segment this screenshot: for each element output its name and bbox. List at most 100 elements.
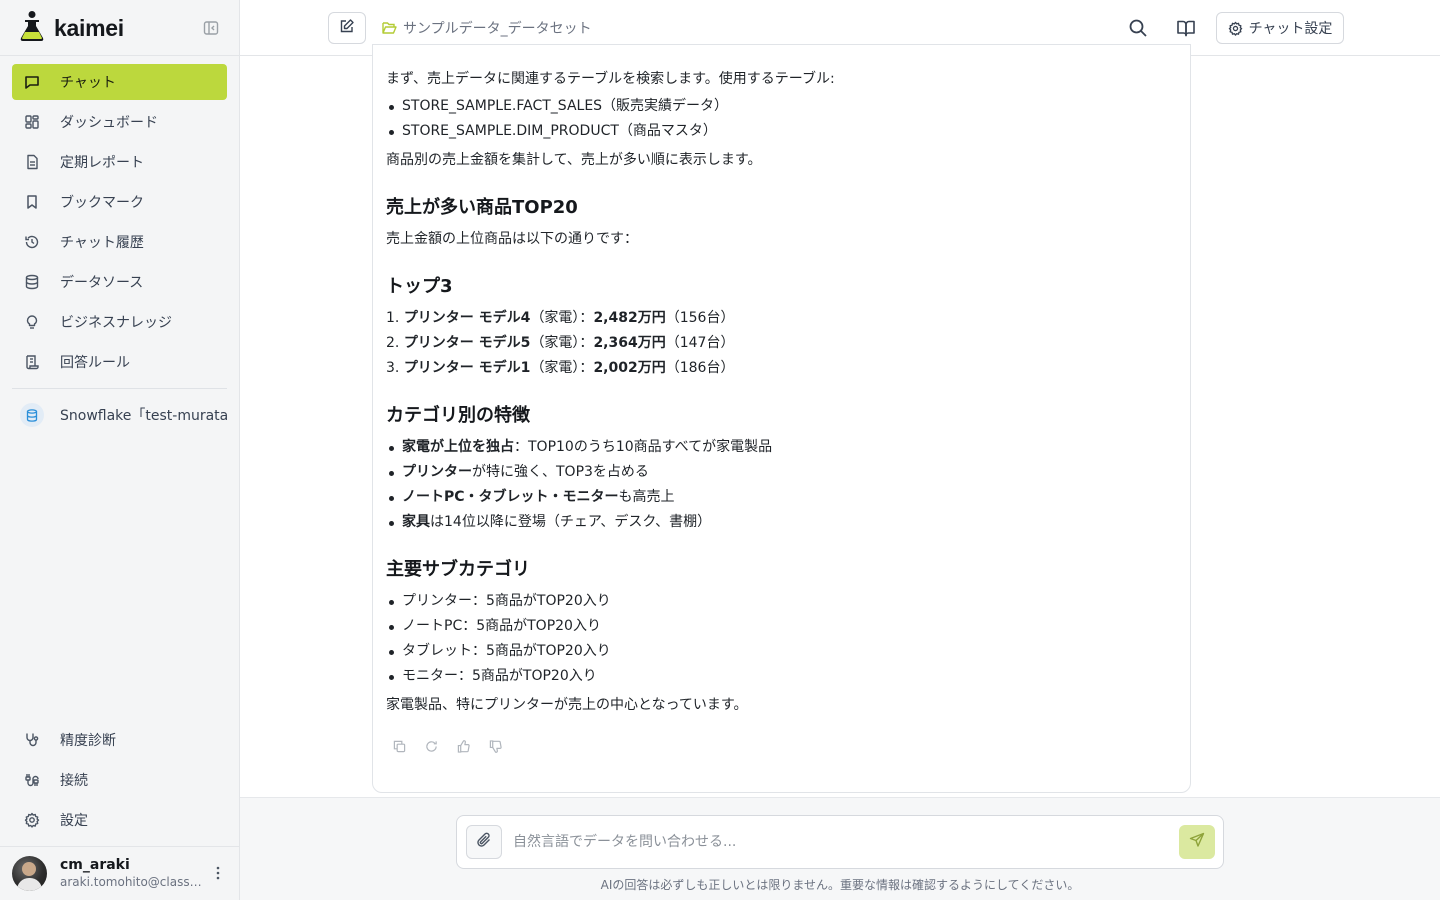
folder-open-icon xyxy=(382,21,397,35)
brand[interactable]: kaimei xyxy=(18,10,124,46)
chat-area: まず、売上データに関連するテーブルを検索します。使用するテーブル: STORE_… xyxy=(240,44,1440,797)
sidebar-item-label: 定期レポート xyxy=(60,155,144,171)
chat-input[interactable] xyxy=(513,830,1163,854)
list-item: プリンターが特に強く、TOP3を占める xyxy=(386,460,1176,485)
report-icon xyxy=(24,154,40,170)
lightbulb-icon xyxy=(24,314,40,330)
divider xyxy=(0,846,239,847)
chat-icon xyxy=(24,74,40,90)
heading-category: カテゴリ別の特徴 xyxy=(386,405,530,426)
sidebar-item-label: 接続 xyxy=(60,773,88,789)
sidebar-item-dashboard[interactable]: ダッシュボード xyxy=(12,104,227,140)
sidebar-item-label: ダッシュボード xyxy=(60,115,158,131)
sidebar-item-rules[interactable]: 回答ルール xyxy=(12,344,227,380)
list-item: 家具は14位以降に登場（チェア、デスク、書棚） xyxy=(386,510,1176,535)
list-item: 3. プリンター モデル1（家電）：2,002万円（186台） xyxy=(386,360,735,376)
assistant-message: まず、売上データに関連するテーブルを検索します。使用するテーブル: STORE_… xyxy=(372,44,1191,793)
copy-icon[interactable] xyxy=(391,738,407,754)
list-item: ノートPC：5商品がTOP20入り xyxy=(386,614,1176,639)
message-content: まず、売上データに関連するテーブルを検索します。使用するテーブル: STORE_… xyxy=(386,67,1176,718)
more-vertical-icon[interactable] xyxy=(210,864,226,882)
message-actions xyxy=(391,738,519,754)
new-chat-button[interactable] xyxy=(328,12,366,44)
datasource-label: Snowflake「test-murata」 xyxy=(60,408,227,424)
list-item: ノートPC・タブレット・モニターも高売上 xyxy=(386,485,1176,510)
paperclip-icon xyxy=(476,832,492,852)
thumbs-up-icon[interactable] xyxy=(455,738,471,754)
sidebar-item-label: チャット xyxy=(60,75,116,91)
message-summary: 商品別の売上金額を集計して、売上が多い順に表示します。 xyxy=(386,152,762,168)
attach-button[interactable] xyxy=(466,825,502,859)
chat-settings-label: チャット設定 xyxy=(1248,21,1333,37)
list-item: プリンター：5商品がTOP20入り xyxy=(386,589,1176,614)
message-intro: まず、売上データに関連するテーブルを検索します。使用するテーブル: xyxy=(386,71,835,87)
divider xyxy=(0,55,239,56)
sidebar-item-label: ビジネスナレッジ xyxy=(60,315,172,331)
sidebar-item-connection[interactable]: 接続 xyxy=(12,762,227,798)
sidebar-item-label: ブックマーク xyxy=(60,195,144,211)
gear-icon xyxy=(24,812,40,828)
edit-icon xyxy=(339,18,355,38)
sidebar-item-settings[interactable]: 設定 xyxy=(12,802,227,838)
sidebar-collapse-button[interactable] xyxy=(200,18,222,38)
user-name: cm_araki xyxy=(60,857,130,873)
database-icon xyxy=(24,274,40,290)
sidebar-item-bookmarks[interactable]: ブックマーク xyxy=(12,184,227,220)
refresh-icon[interactable] xyxy=(423,738,439,754)
composer-area: AIの回答は必ずしも正しいとは限りません。重要な情報は確認するようにしてください… xyxy=(240,797,1440,900)
main-nav: チャット ダッシュボード 定期レポート ブックマーク チャット履歴 データソース… xyxy=(12,64,227,384)
sidebar-item-chat[interactable]: チャット xyxy=(12,64,227,100)
sidebar-item-diagnosis[interactable]: 精度診断 xyxy=(12,722,227,758)
heading-subcategory: 主要サブカテゴリ xyxy=(386,559,530,580)
list-item: 家電が上位を独占：TOP10のうち10商品すべてが家電製品 xyxy=(386,435,1176,460)
disclaimer-text: AIの回答は必ずしも正しいとは限りません。重要な情報は確認するようにしてください… xyxy=(600,878,1080,892)
dashboard-icon xyxy=(24,114,40,130)
list-item: タブレット：5商品がTOP20入り xyxy=(386,639,1176,664)
heading-top3: トップ3 xyxy=(386,276,453,297)
sidebar-item-reports[interactable]: 定期レポート xyxy=(12,144,227,180)
list-item: STORE_SAMPLE.FACT_SALES（販売実績データ） xyxy=(386,94,1176,119)
book-open-icon[interactable] xyxy=(1174,16,1198,40)
bookmark-icon xyxy=(24,194,40,210)
sidebar-item-label: データソース xyxy=(60,275,144,291)
divider xyxy=(12,388,227,389)
top3-list: 1. プリンター モデル4（家電）：2,482万円（156台） 2. プリンター… xyxy=(386,306,1176,381)
bottom-nav: 精度診断 接続 設定 xyxy=(12,722,227,842)
user-email: araki.tomohito@classmethod.jp xyxy=(60,875,205,889)
sidebar-item-knowledge[interactable]: ビジネスナレッジ xyxy=(12,304,227,340)
chat-input-box xyxy=(456,815,1224,869)
heading-top20: 売上が多い商品TOP20 xyxy=(386,197,578,218)
datasource-item[interactable]: Snowflake「test-murata」 xyxy=(12,397,227,433)
kaimei-logo-icon xyxy=(18,10,46,46)
sidebar-item-label: 精度診断 xyxy=(60,733,116,749)
stethoscope-icon xyxy=(24,732,40,748)
search-icon[interactable] xyxy=(1126,16,1150,40)
sidebar-item-label: 回答ルール xyxy=(60,355,130,371)
avatar xyxy=(12,855,47,891)
brand-name: kaimei xyxy=(54,14,124,41)
send-icon xyxy=(1189,832,1205,852)
list-item: 2. プリンター モデル5（家電）：2,364万円（147台） xyxy=(386,335,735,351)
history-icon xyxy=(24,234,40,250)
gear-icon xyxy=(1228,21,1243,36)
cable-icon xyxy=(24,772,40,788)
sidebar-item-label: チャット履歴 xyxy=(60,235,144,251)
dataset-selector[interactable]: サンプルデータ_データセット xyxy=(382,18,592,38)
feature-list: 家電が上位を独占：TOP10のうち10商品すべてが家電製品 プリンターが特に強く… xyxy=(386,435,1176,535)
send-button[interactable] xyxy=(1179,825,1215,859)
chat-settings-button[interactable]: チャット設定 xyxy=(1216,12,1344,44)
sidebar-item-datasource[interactable]: データソース xyxy=(12,264,227,300)
list-item: 1. プリンター モデル4（家電）：2,482万円（156台） xyxy=(386,310,735,326)
thumbs-down-icon[interactable] xyxy=(487,738,503,754)
list-item: STORE_SAMPLE.DIM_PRODUCT（商品マスタ） xyxy=(386,119,1176,144)
sidebar-item-history[interactable]: チャット履歴 xyxy=(12,224,227,260)
table-list: STORE_SAMPLE.FACT_SALES（販売実績データ） STORE_S… xyxy=(386,94,1176,144)
sidebar-item-label: 設定 xyxy=(60,813,88,829)
list-item: モニター：5商品がTOP20入り xyxy=(386,664,1176,689)
user-profile[interactable]: cm_araki araki.tomohito@classmethod.jp xyxy=(12,855,232,891)
heading-text: 売上金額の上位商品は以下の通りです： xyxy=(386,231,638,247)
dataset-label: サンプルデータ_データセット xyxy=(403,21,592,37)
subcategory-list: プリンター：5商品がTOP20入り ノートPC：5商品がTOP20入り タブレッ… xyxy=(386,589,1176,689)
snowflake-database-icon xyxy=(20,403,44,427)
message-conclusion: 家電製品、特にプリンターが売上の中心となっています。 xyxy=(386,697,748,713)
